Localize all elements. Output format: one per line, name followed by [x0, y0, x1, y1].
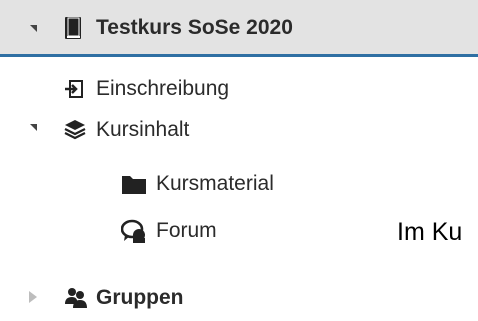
tree-item-einschreibung[interactable]: Einschreibung [96, 77, 229, 101]
course-navigation-panel: Testkurs SoSe 2020 Einschreibung Kursinh… [0, 0, 478, 321]
expand-arrow-icon[interactable] [30, 124, 37, 131]
tree-item-gruppen[interactable]: Gruppen [96, 286, 184, 310]
tree-item-forum[interactable]: Forum [156, 219, 217, 243]
groups-icon [64, 287, 88, 314]
collapsed-arrow-icon[interactable] [29, 291, 37, 303]
tree-item-kursmaterial[interactable]: Kursmaterial [156, 172, 274, 196]
folder-icon [121, 173, 147, 200]
content-heading-partial: Im Ku [397, 218, 463, 246]
enrollment-icon [64, 79, 84, 104]
layers-icon [64, 118, 86, 145]
forum-icon [120, 219, 147, 248]
tree-item-kursinhalt[interactable]: Kursinhalt [96, 118, 189, 142]
course-title[interactable]: Testkurs SoSe 2020 [96, 16, 293, 40]
book-icon [64, 16, 82, 45]
expand-arrow-icon[interactable] [30, 25, 37, 32]
course-tree-node-selected[interactable]: Testkurs SoSe 2020 [0, 0, 478, 57]
